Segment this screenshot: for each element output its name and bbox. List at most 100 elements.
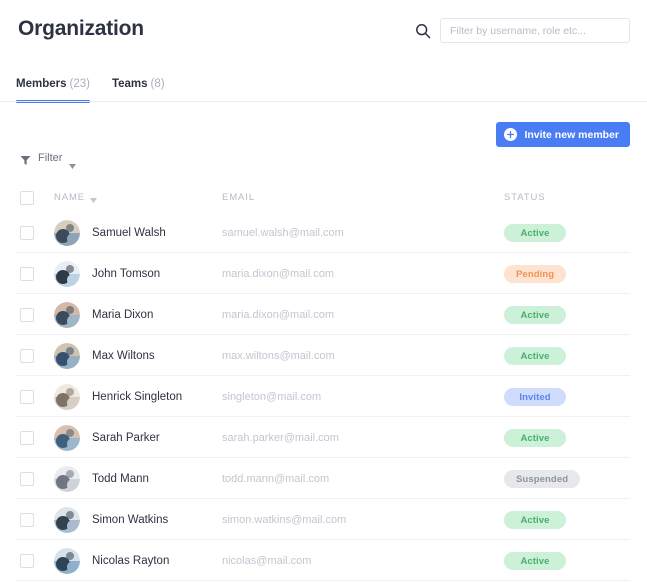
- member-name: Samuel Walsh: [92, 226, 166, 239]
- table-row[interactable]: Henrick Singleton singleton@mail.com Invit…: [0, 376, 647, 417]
- avatar: [54, 260, 80, 287]
- member-email: max.wiltons@mail.com: [222, 349, 335, 362]
- column-header-email-label: EMAIL: [222, 192, 256, 203]
- search-icon[interactable]: [415, 23, 431, 39]
- row-select-cell: [20, 348, 54, 363]
- member-status-cell: Active: [504, 223, 630, 243]
- column-header-email: EMAIL: [222, 192, 504, 203]
- member-name: Nicolas Rayton: [92, 554, 170, 567]
- member-status-cell: Pending: [504, 264, 630, 284]
- table-row[interactable]: Sarah Parker sarah.parker@mail.com Active: [0, 417, 647, 458]
- tab-bar: Members (23) Teams (8): [16, 78, 165, 103]
- avatar: [54, 424, 80, 451]
- table-row[interactable]: Samuel Walsh samuel.walsh@mail.com Active: [0, 212, 647, 253]
- member-name-cell: John Tomson: [54, 260, 222, 287]
- column-header-name[interactable]: NAME: [54, 192, 222, 203]
- status-badge: Active: [504, 429, 566, 448]
- chevron-down-icon: [69, 156, 77, 169]
- select-all-checkbox[interactable]: [20, 190, 34, 205]
- member-name: Simon Watkins: [92, 513, 169, 526]
- row-select-cell: [20, 512, 54, 527]
- members-table: NAME EMAIL STATUS Samuel Walsh samuel.wal…: [0, 183, 647, 581]
- status-badge: Active: [504, 224, 566, 243]
- row-select-checkbox[interactable]: [20, 348, 34, 363]
- tab-teams[interactable]: Teams (8): [112, 78, 165, 103]
- funnel-icon: [20, 153, 31, 165]
- tab-teams-count: (8): [150, 78, 165, 90]
- row-select-cell: [20, 307, 54, 322]
- table-row[interactable]: Max Wiltons max.wiltons@mail.com Active: [0, 335, 647, 376]
- filter-label: Filter: [38, 152, 63, 164]
- search-input[interactable]: [440, 18, 630, 43]
- member-email: singleton@mail.com: [222, 390, 322, 403]
- member-email: maria.dixon@mail.com: [222, 308, 335, 321]
- member-name: Henrick Singleton: [92, 390, 183, 403]
- table-row[interactable]: Todd Mann todd.mann@mail.com Suspended: [0, 458, 647, 499]
- member-email: todd.mann@mail.com: [222, 472, 330, 485]
- table-row[interactable]: John Tomson maria.dixon@mail.com Pending: [0, 253, 647, 294]
- member-name-cell: Todd Mann: [54, 465, 222, 492]
- member-name-cell: Sarah Parker: [54, 424, 222, 451]
- row-select-checkbox[interactable]: [20, 553, 34, 568]
- row-select-cell: [20, 471, 54, 486]
- member-name: Maria Dixon: [92, 308, 154, 321]
- status-badge: Active: [504, 511, 566, 530]
- page-title: Organization: [18, 17, 144, 40]
- row-select-checkbox[interactable]: [20, 307, 34, 322]
- member-status-cell: Active: [504, 510, 630, 530]
- tabs-divider: [0, 101, 647, 102]
- member-name: John Tomson: [92, 267, 161, 280]
- invite-new-member-label: Invite new member: [524, 128, 619, 141]
- table-row[interactable]: Maria Dixon maria.dixon@mail.com Active: [0, 294, 647, 335]
- row-select-checkbox[interactable]: [20, 266, 34, 281]
- member-email: sarah.parker@mail.com: [222, 431, 339, 444]
- table-body: Samuel Walsh samuel.walsh@mail.com Active J…: [0, 212, 647, 581]
- row-select-checkbox[interactable]: [20, 225, 34, 240]
- avatar: [54, 465, 80, 492]
- member-email: samuel.walsh@mail.com: [222, 226, 344, 239]
- row-select-cell: [20, 389, 54, 404]
- row-select-cell: [20, 553, 54, 568]
- avatar: [54, 547, 80, 574]
- member-name-cell: Maria Dixon: [54, 301, 222, 328]
- page-header: Organization: [0, 0, 647, 62]
- member-name-cell: Max Wiltons: [54, 342, 222, 369]
- column-header-name-label: NAME: [54, 192, 86, 203]
- status-badge: Active: [504, 347, 566, 366]
- table-row[interactable]: Simon Watkins simon.watkins@mail.com Activ…: [0, 499, 647, 540]
- column-header-status-label: STATUS: [504, 192, 546, 203]
- member-status-cell: Active: [504, 305, 630, 325]
- member-status-cell: Active: [504, 346, 630, 366]
- search-area: [415, 18, 630, 43]
- organization-page: Organization Members(23) Teams(8): [0, 0, 647, 582]
- plus-circle-icon: [504, 128, 518, 141]
- row-select-checkbox[interactable]: [20, 471, 34, 486]
- filter-dropdown[interactable]: Filter: [20, 152, 77, 169]
- member-name-cell: Henrick Singleton: [54, 383, 222, 410]
- tab-members[interactable]: Members (23): [16, 78, 90, 103]
- member-status-cell: Active: [504, 428, 630, 448]
- row-select-cell: [20, 266, 54, 281]
- tab-members-count: (23): [69, 78, 90, 90]
- invite-new-member-button[interactable]: Invite new member: [496, 122, 630, 147]
- row-select-checkbox[interactable]: [20, 389, 34, 404]
- table-row[interactable]: Nicolas Rayton nicolas@mail.com Active: [0, 540, 647, 581]
- member-status-cell: Suspended: [504, 469, 630, 489]
- avatar: [54, 301, 80, 328]
- table-header-row: NAME EMAIL STATUS: [0, 183, 647, 212]
- row-select-checkbox[interactable]: [20, 512, 34, 527]
- member-name-cell: Samuel Walsh: [54, 219, 222, 246]
- avatar: [54, 219, 80, 246]
- status-badge: Invited: [504, 388, 566, 407]
- status-badge: Suspended: [504, 470, 581, 489]
- member-email: maria.dixon@mail.com: [222, 267, 335, 280]
- member-status-cell: Active: [504, 551, 630, 571]
- member-email: simon.watkins@mail.com: [222, 513, 347, 526]
- member-status-cell: Invited: [504, 387, 630, 407]
- status-badge: Active: [504, 306, 566, 325]
- member-email: nicolas@mail.com: [222, 554, 312, 567]
- avatar: [54, 342, 80, 369]
- member-name: Sarah Parker: [92, 431, 160, 444]
- tab-teams-label: Teams: [111, 78, 148, 90]
- row-select-checkbox[interactable]: [20, 430, 34, 445]
